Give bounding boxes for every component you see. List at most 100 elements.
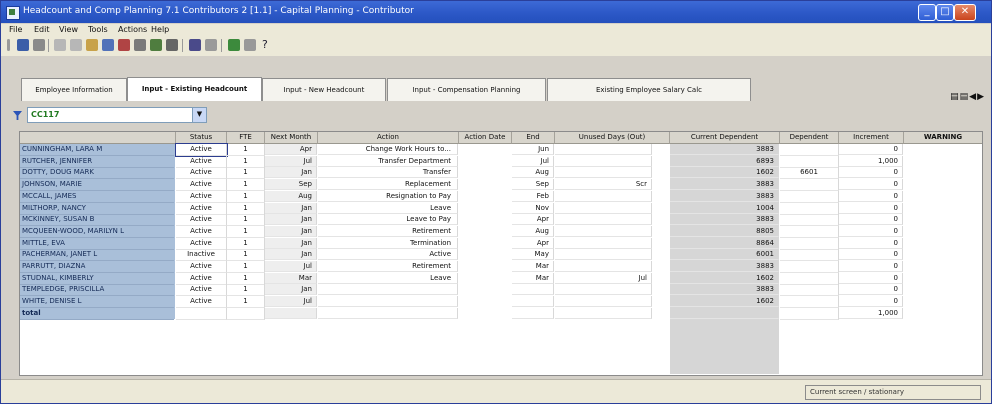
unused-days-cell[interactable] [555,261,652,272]
employee-name[interactable]: PACHERMAN, JANET L [20,249,174,262]
fte-cell[interactable]: 1 [227,272,265,285]
delete-icon[interactable] [118,39,130,51]
fte-cell[interactable] [227,307,265,320]
fte-cell[interactable]: 1 [227,225,265,238]
fte-cell[interactable]: 1 [227,190,265,203]
next-month-cell[interactable]: Jul [265,261,317,272]
increment-cell[interactable]: 0 [839,179,903,191]
end-cell[interactable]: Feb [512,190,554,202]
increment-cell[interactable]: 0 [839,144,903,155]
fte-cell[interactable]: 1 [227,284,265,297]
status-cell[interactable]: Active [176,214,227,227]
increment-cell[interactable]: 1,000 [839,307,903,319]
end-cell[interactable]: Jul [512,155,554,167]
fte-cell[interactable]: 1 [227,167,265,180]
current-dependent-cell[interactable]: 8805 [670,225,779,237]
copy-icon[interactable] [70,39,82,51]
action-cell[interactable]: Leave [318,272,458,284]
menu-edit[interactable]: Edit [34,25,50,34]
tab-new-headcount[interactable]: Input - New Headcount [262,78,386,101]
current-dependent-cell[interactable]: 1602 [670,167,779,179]
dependent-cell[interactable] [780,202,839,215]
paste-icon[interactable] [86,39,98,51]
fte-cell[interactable]: 1 [227,144,265,156]
chart-icon[interactable] [189,39,201,51]
unused-days-cell[interactable] [555,190,652,202]
dependent-cell[interactable] [780,272,839,285]
employee-name[interactable]: RUTCHER, JENNIFER [20,156,174,168]
employee-name[interactable]: DOTTY, DOUG MARK [20,167,174,180]
undo-icon[interactable] [134,39,146,51]
dependent-cell[interactable]: 6601 [780,167,839,180]
dependent-cell[interactable] [780,249,839,262]
unused-days-cell[interactable] [555,144,652,155]
header-increment[interactable]: Increment [839,132,904,144]
dependent-cell[interactable] [780,237,839,250]
end-cell[interactable] [512,307,554,319]
status-cell[interactable]: Active [176,202,227,215]
current-dependent-cell[interactable]: 6001 [670,249,779,261]
unused-days-cell[interactable] [555,202,652,214]
next-month-cell[interactable]: Jan [265,237,317,249]
status-cell[interactable]: Active [176,272,227,285]
status-cell[interactable]: Active [176,261,227,273]
dependent-cell[interactable] [780,155,839,168]
save-icon[interactable] [17,39,29,51]
current-dependent-cell[interactable]: 1602 [670,272,779,284]
employee-name[interactable]: JOHNSON, MARIE [20,179,174,192]
end-cell[interactable]: Apr [512,237,554,249]
next-month-cell[interactable]: Jan [265,214,317,226]
stop-icon[interactable] [244,39,256,51]
dependent-cell[interactable] [780,214,839,227]
end-cell[interactable]: Sep [512,179,554,191]
end-cell[interactable]: Apr [512,214,554,226]
header-status[interactable]: Status [176,132,227,144]
next-month-cell[interactable]: Jan [265,284,317,296]
fte-cell[interactable]: 1 [227,249,265,262]
unused-days-cell[interactable] [555,167,652,179]
action-cell[interactable]: Replacement [318,179,458,191]
next-month-cell[interactable]: Aug [265,190,317,202]
find-icon[interactable] [166,39,178,51]
cost-center-select[interactable]: CC117 ▼ [27,107,207,123]
menu-actions[interactable]: Actions [118,25,147,34]
cut-icon[interactable] [54,39,66,51]
employee-name[interactable]: MCCALL, JAMES [20,191,174,203]
increment-cell[interactable]: 0 [839,261,903,272]
increment-cell[interactable]: 0 [839,214,903,226]
fte-cell[interactable]: 1 [227,214,265,227]
current-dependent-cell[interactable]: 6893 [670,155,779,167]
employee-name[interactable]: CUNNINGHAM, LARA M [20,144,174,156]
increment-cell[interactable]: 0 [839,272,903,284]
end-cell[interactable]: May [512,249,554,261]
action-cell[interactable]: Transfer [318,167,458,179]
increment-cell[interactable]: 0 [839,202,903,214]
next-month-cell[interactable]: Sep [265,179,317,191]
increment-cell[interactable]: 0 [839,190,903,202]
status-cell[interactable]: Active [176,225,227,238]
action-cell[interactable]: Termination [318,237,458,249]
menu-file[interactable]: File [9,25,22,34]
unused-days-cell[interactable] [555,296,652,308]
format-icon[interactable] [102,39,114,51]
help-icon[interactable]: ? [262,39,274,51]
status-cell[interactable]: Active [175,143,228,157]
current-dependent-cell[interactable]: 1602 [670,296,779,308]
employee-name[interactable]: MILTHORP, NANCY [20,203,174,215]
action-cell[interactable] [318,284,458,296]
next-month-cell[interactable] [265,307,317,319]
end-cell[interactable]: Aug [512,225,554,237]
employee-name[interactable]: total [20,308,174,320]
next-month-cell[interactable]: Jan [265,167,317,179]
increment-cell[interactable]: 0 [839,237,903,249]
dependent-cell[interactable] [780,144,839,156]
fte-cell[interactable]: 1 [227,155,265,168]
end-cell[interactable]: Aug [512,167,554,179]
employee-name[interactable]: STUDNAL, KIMBERLY [20,273,174,285]
unused-days-cell[interactable]: Jul [555,272,652,284]
unused-days-cell[interactable] [555,284,652,296]
header-dependent[interactable]: Dependent [780,132,839,144]
status-cell[interactable]: Active [176,179,227,192]
employee-name[interactable]: MITTLE, EVA [20,238,174,250]
header-fte[interactable]: FTE [227,132,265,144]
